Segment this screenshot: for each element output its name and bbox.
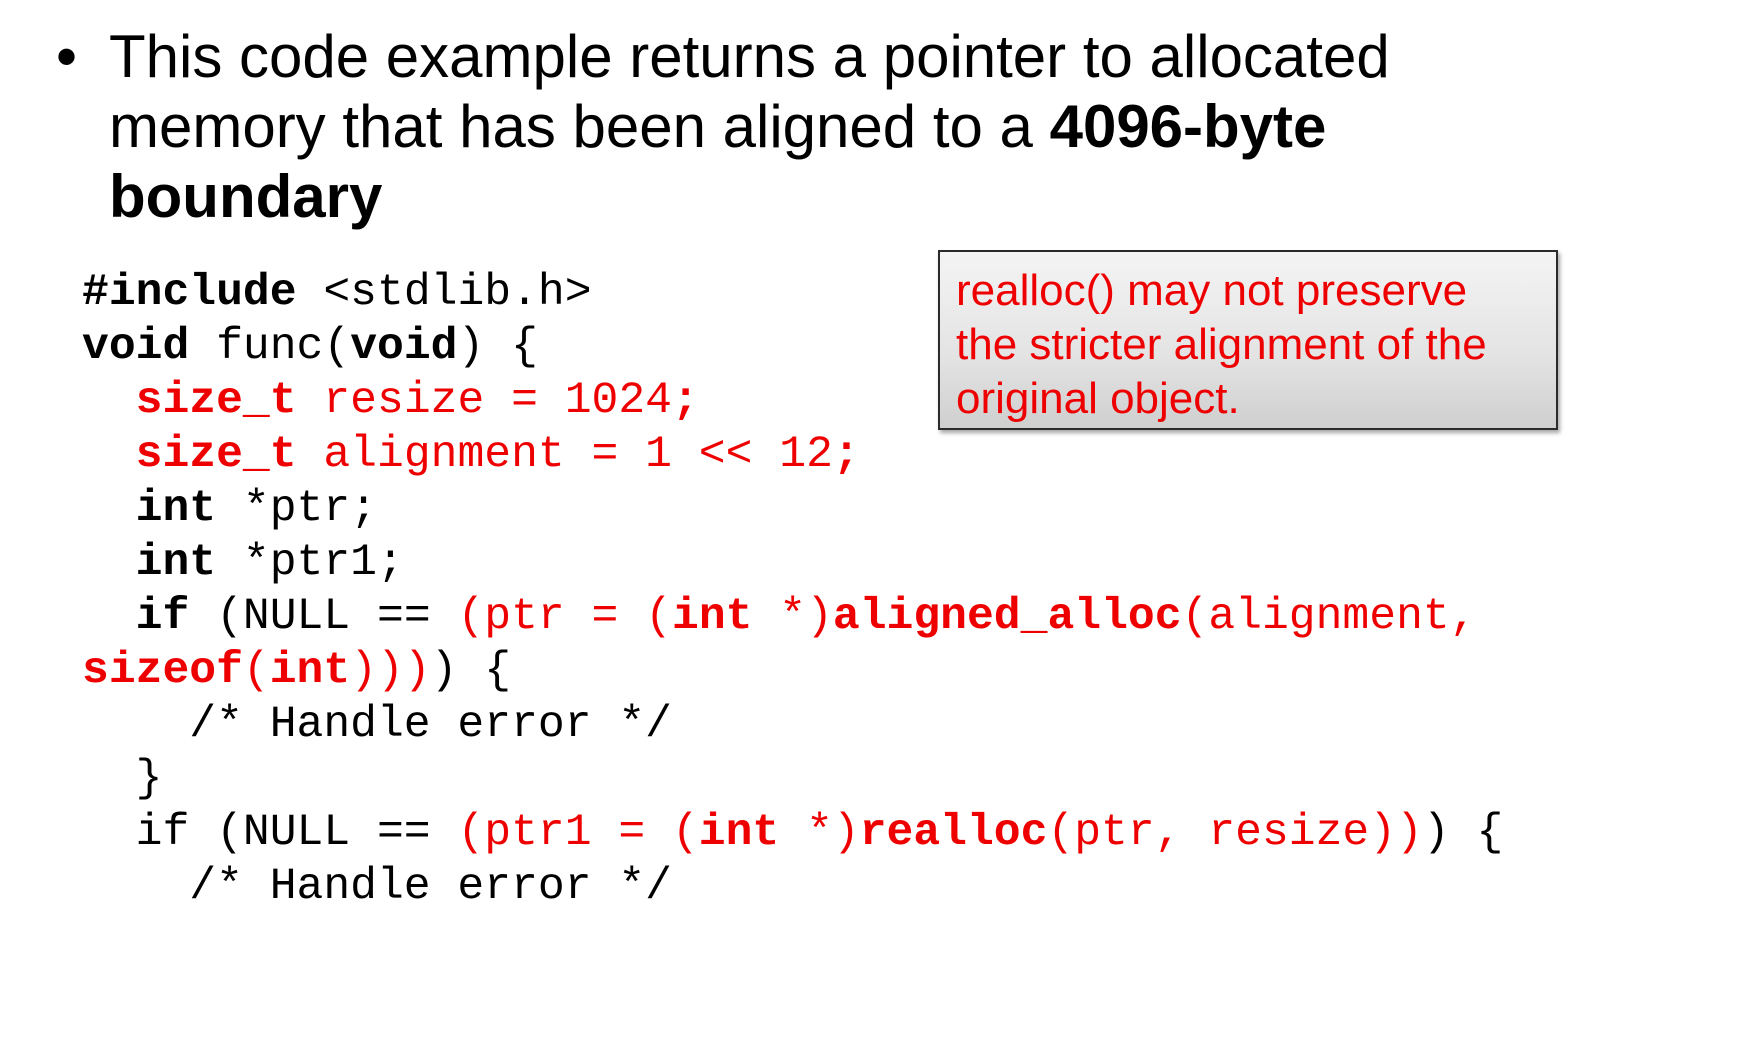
code-text: (NULL ==: [189, 592, 458, 642]
code-keyword: #include: [82, 268, 297, 318]
code-highlight-semicolon: ;: [671, 376, 699, 426]
code-text: func(: [189, 322, 351, 372]
code-text: if (NULL ==: [82, 808, 458, 858]
code-highlight-text: *): [752, 592, 833, 642]
code-highlight-function: realloc: [859, 808, 1048, 858]
code-highlight-text: alignment = 1 << 12: [296, 430, 833, 480]
code-text: ) {: [1422, 808, 1504, 858]
code-keyword: if: [135, 592, 190, 642]
code-text: }: [82, 754, 163, 804]
code-highlight-text: (ptr = (: [457, 592, 672, 642]
code-line-5: int *ptr;: [82, 482, 1503, 536]
bullet-emphasis-boundary: boundary: [109, 163, 383, 230]
code-comment: /* Handle error */: [82, 862, 672, 912]
code-keyword: int: [135, 538, 217, 588]
code-comment: /* Handle error */: [82, 700, 672, 750]
code-highlight-text: resize = 1024: [296, 376, 672, 426]
code-text: ) {: [430, 646, 512, 696]
code-highlight-keyword: sizeof: [82, 646, 243, 696]
code-highlight-function: aligned_alloc: [832, 592, 1182, 642]
callout-text: realloc() may not preserve the stricter …: [956, 266, 1487, 423]
callout-box: realloc() may not preserve the stricter …: [938, 250, 1558, 430]
code-highlight-text: ))): [350, 646, 431, 696]
code-highlight-semicolon: ;: [832, 430, 860, 480]
bullet-text-line-1: This code example returns a pointer to a…: [109, 23, 1390, 90]
code-keyword: void: [350, 322, 458, 372]
code-line-10: }: [82, 752, 1503, 806]
code-line-12: /* Handle error */: [82, 860, 1503, 914]
code-text: *ptr;: [216, 484, 377, 534]
bullet-text: This code example returns a pointer to a…: [109, 22, 1509, 232]
code-highlight-keyword: int: [269, 646, 351, 696]
code-line-6: int *ptr1;: [82, 536, 1503, 590]
code-highlight-text: (ptr1 = (: [457, 808, 699, 858]
code-line-8: sizeof(int)))) {: [82, 644, 1503, 698]
code-text: <stdlib.h>: [296, 268, 592, 318]
code-highlight-keyword: size_t: [135, 376, 297, 426]
code-text: *ptr1;: [216, 538, 404, 588]
code-highlight-keyword: int: [672, 592, 753, 642]
code-highlight-keyword: int: [698, 808, 780, 858]
bullet-emphasis-size: 4096-byte: [1049, 93, 1327, 160]
code-line-7: if (NULL == (ptr = (int *)aligned_alloc(…: [82, 590, 1503, 644]
code-highlight-text: *): [779, 808, 860, 858]
code-highlight-text: (ptr, resize)): [1047, 808, 1423, 858]
bullet-dot: •: [56, 23, 78, 90]
bullet-text-line-2: memory that has been aligned to a: [109, 93, 1050, 160]
code-text: ) {: [457, 322, 538, 372]
code-keyword: void: [82, 322, 190, 372]
code-keyword: int: [135, 484, 217, 534]
code-highlight-text: (alignment,: [1181, 592, 1477, 642]
code-highlight-text: (: [242, 646, 270, 696]
code-line-4: size_t alignment = 1 << 12;: [82, 428, 1503, 482]
code-line-9: /* Handle error */: [82, 698, 1503, 752]
code-line-11: if (NULL == (ptr1 = (int *)realloc(ptr, …: [82, 806, 1504, 860]
code-highlight-keyword: size_t: [135, 430, 297, 480]
